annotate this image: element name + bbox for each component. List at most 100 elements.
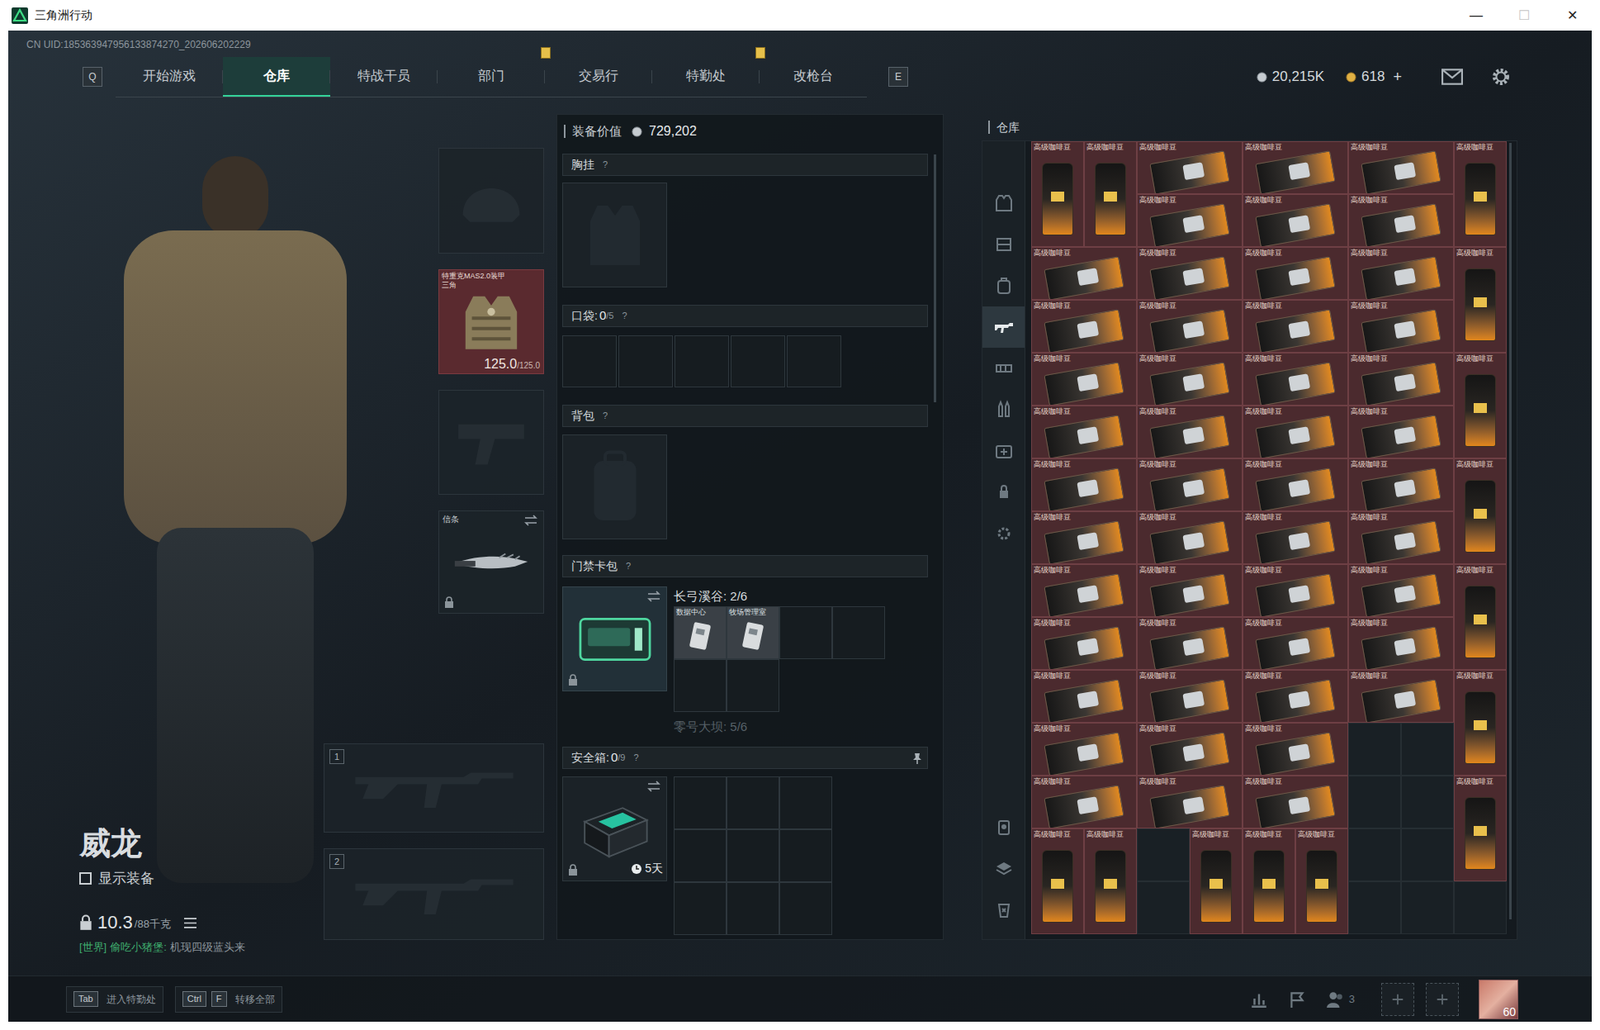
sidebar-item[interactable] (982, 347, 1025, 389)
weapon-slot[interactable]: 1 (323, 743, 545, 833)
pocket-cell[interactable] (562, 335, 617, 388)
chest-rig-slot[interactable] (562, 182, 668, 288)
keycard-cell[interactable] (779, 605, 833, 659)
keycard-cell[interactable]: 牧场管理室 (726, 605, 780, 659)
warehouse-item[interactable]: 高级咖啡豆 (1031, 405, 1137, 459)
sidebar-item[interactable] (982, 388, 1025, 431)
warehouse-item[interactable]: 高级咖啡豆 (1031, 563, 1137, 617)
nav-tab[interactable]: 仓库 (222, 56, 331, 97)
swap-icon[interactable] (646, 780, 662, 792)
checkbox[interactable] (79, 871, 92, 885)
warehouse-item[interactable]: 高级咖啡豆 (1453, 563, 1507, 670)
warehouse-item[interactable]: 高级咖啡豆 (1031, 616, 1137, 670)
warehouse-item[interactable]: 高级咖啡豆 (1242, 828, 1296, 934)
sidebar-item[interactable] (982, 141, 1025, 183)
safe-cell[interactable] (673, 881, 727, 935)
warehouse-item[interactable]: 高级咖啡豆 (1242, 722, 1349, 776)
warehouse-item[interactable]: 高级咖啡豆 (1136, 194, 1243, 247)
scrollbar[interactable] (1509, 142, 1512, 919)
safe-cell[interactable] (673, 776, 727, 829)
invite-slot[interactable] (1381, 982, 1415, 1016)
keycard-case-slot[interactable] (562, 586, 668, 692)
show-equipment-toggle[interactable]: 显示装备 (79, 867, 246, 890)
player-avatar[interactable]: 60 (1478, 979, 1519, 1019)
warehouse-item[interactable]: 高级咖啡豆 (1084, 141, 1137, 247)
weapon-slot[interactable]: 2 (323, 847, 545, 940)
warehouse-item[interactable]: 高级咖啡豆 (1031, 669, 1137, 723)
nav-tab[interactable]: 交易行 (544, 56, 653, 97)
sidebar-item[interactable] (982, 847, 1025, 890)
pocket-cell[interactable] (786, 335, 842, 388)
warehouse-item[interactable]: 高级咖啡豆 (1242, 352, 1349, 406)
helmet-slot[interactable] (438, 147, 545, 254)
warehouse-item[interactable]: 高级咖啡豆 (1348, 299, 1454, 353)
warehouse-item[interactable]: 高级咖啡豆 (1031, 458, 1137, 512)
warehouse-item[interactable]: 高级咖啡豆 (1348, 194, 1454, 247)
invite-slot[interactable] (1425, 982, 1459, 1016)
pistol-slot[interactable] (438, 389, 545, 495)
warehouse-item[interactable]: 高级咖啡豆 (1031, 141, 1085, 247)
swap-icon[interactable] (523, 514, 539, 526)
warehouse-item[interactable]: 高级咖啡豆 (1136, 511, 1243, 564)
warehouse-item[interactable]: 高级咖啡豆 (1136, 775, 1243, 829)
keycard-cell[interactable] (832, 605, 886, 659)
warehouse-item[interactable]: 高级咖啡豆 (1348, 246, 1454, 300)
empty-cell[interactable] (1401, 880, 1454, 934)
warehouse-item[interactable]: 高级咖啡豆 (1136, 616, 1243, 670)
warehouse-item[interactable]: 高级咖啡豆 (1242, 458, 1349, 512)
empty-cell[interactable] (1348, 880, 1402, 934)
help-button[interactable]: ? (633, 750, 639, 765)
pocket-cell[interactable] (674, 335, 729, 388)
warehouse-item[interactable]: 高级咖啡豆 (1348, 511, 1454, 564)
nav-tab[interactable]: 特战干员 (330, 56, 438, 97)
safe-box-slot[interactable]: 5天 (562, 776, 668, 881)
hotkey-hint[interactable]: CtrlF转移全部 (175, 985, 283, 1013)
swap-icon[interactable] (646, 590, 662, 602)
warehouse-item[interactable]: 高级咖啡豆 (1348, 141, 1454, 195)
warehouse-item[interactable]: 高级咖啡豆 (1348, 352, 1454, 406)
next-tab-key[interactable]: E (888, 66, 909, 87)
sidebar-item[interactable] (982, 265, 1025, 307)
warehouse-item[interactable]: 高级咖啡豆 (1453, 141, 1507, 247)
warehouse-item[interactable]: 高级咖啡豆 (1242, 299, 1349, 353)
keycard-cell[interactable]: 数据中心 (673, 605, 727, 659)
sidebar-item[interactable] (982, 430, 1025, 472)
empty-cell[interactable] (1453, 880, 1507, 934)
keycard-cell[interactable] (726, 658, 780, 712)
backpack-slot[interactable] (562, 434, 668, 540)
empty-cell[interactable] (1401, 828, 1454, 881)
flag-icon[interactable] (1287, 989, 1307, 1009)
safe-cell[interactable] (779, 881, 833, 935)
warehouse-item[interactable]: 高级咖啡豆 (1348, 458, 1454, 512)
warehouse-item[interactable]: 高级咖啡豆 (1453, 669, 1507, 776)
warehouse-item[interactable]: 高级咖啡豆 (1242, 405, 1349, 459)
warehouse-item[interactable]: 高级咖啡豆 (1453, 246, 1507, 353)
sidebar-item[interactable] (982, 471, 1025, 513)
help-button[interactable]: ? (602, 157, 608, 172)
warehouse-item[interactable]: 高级咖啡豆 (1136, 669, 1243, 723)
nav-tab[interactable]: 特勤处 (652, 56, 760, 97)
warehouse-item[interactable]: 高级咖啡豆 (1136, 299, 1243, 353)
warehouse-item[interactable]: 高级咖啡豆 (1031, 299, 1137, 353)
settings-gear-icon[interactable] (1491, 66, 1511, 87)
safe-cell[interactable] (726, 776, 780, 829)
help-button[interactable]: ? (625, 558, 631, 573)
warehouse-item[interactable]: 高级咖啡豆 (1453, 775, 1507, 881)
warehouse-item[interactable]: 高级咖啡豆 (1031, 775, 1137, 829)
safe-cell[interactable] (779, 776, 833, 829)
empty-cell[interactable] (1348, 722, 1402, 776)
warehouse-item[interactable]: 高级咖啡豆 (1136, 141, 1243, 195)
nav-tab[interactable]: 部门 (437, 56, 545, 97)
warehouse-item[interactable]: 高级咖啡豆 (1348, 616, 1454, 670)
warehouse-item[interactable]: 高级咖啡豆 (1453, 352, 1507, 459)
stats-chart-icon[interactable] (1249, 989, 1269, 1009)
empty-cell[interactable] (1136, 880, 1190, 934)
safe-cell[interactable] (673, 828, 727, 882)
pocket-cell[interactable] (618, 335, 673, 388)
warehouse-item[interactable]: 高级咖啡豆 (1031, 722, 1137, 776)
sidebar-item[interactable] (982, 889, 1025, 931)
warehouse-item[interactable]: 高级咖啡豆 (1031, 352, 1137, 406)
mail-icon[interactable] (1441, 68, 1463, 86)
warehouse-item[interactable]: 高级咖啡豆 (1453, 458, 1507, 564)
warehouse-item[interactable]: 高级咖啡豆 (1031, 246, 1137, 300)
